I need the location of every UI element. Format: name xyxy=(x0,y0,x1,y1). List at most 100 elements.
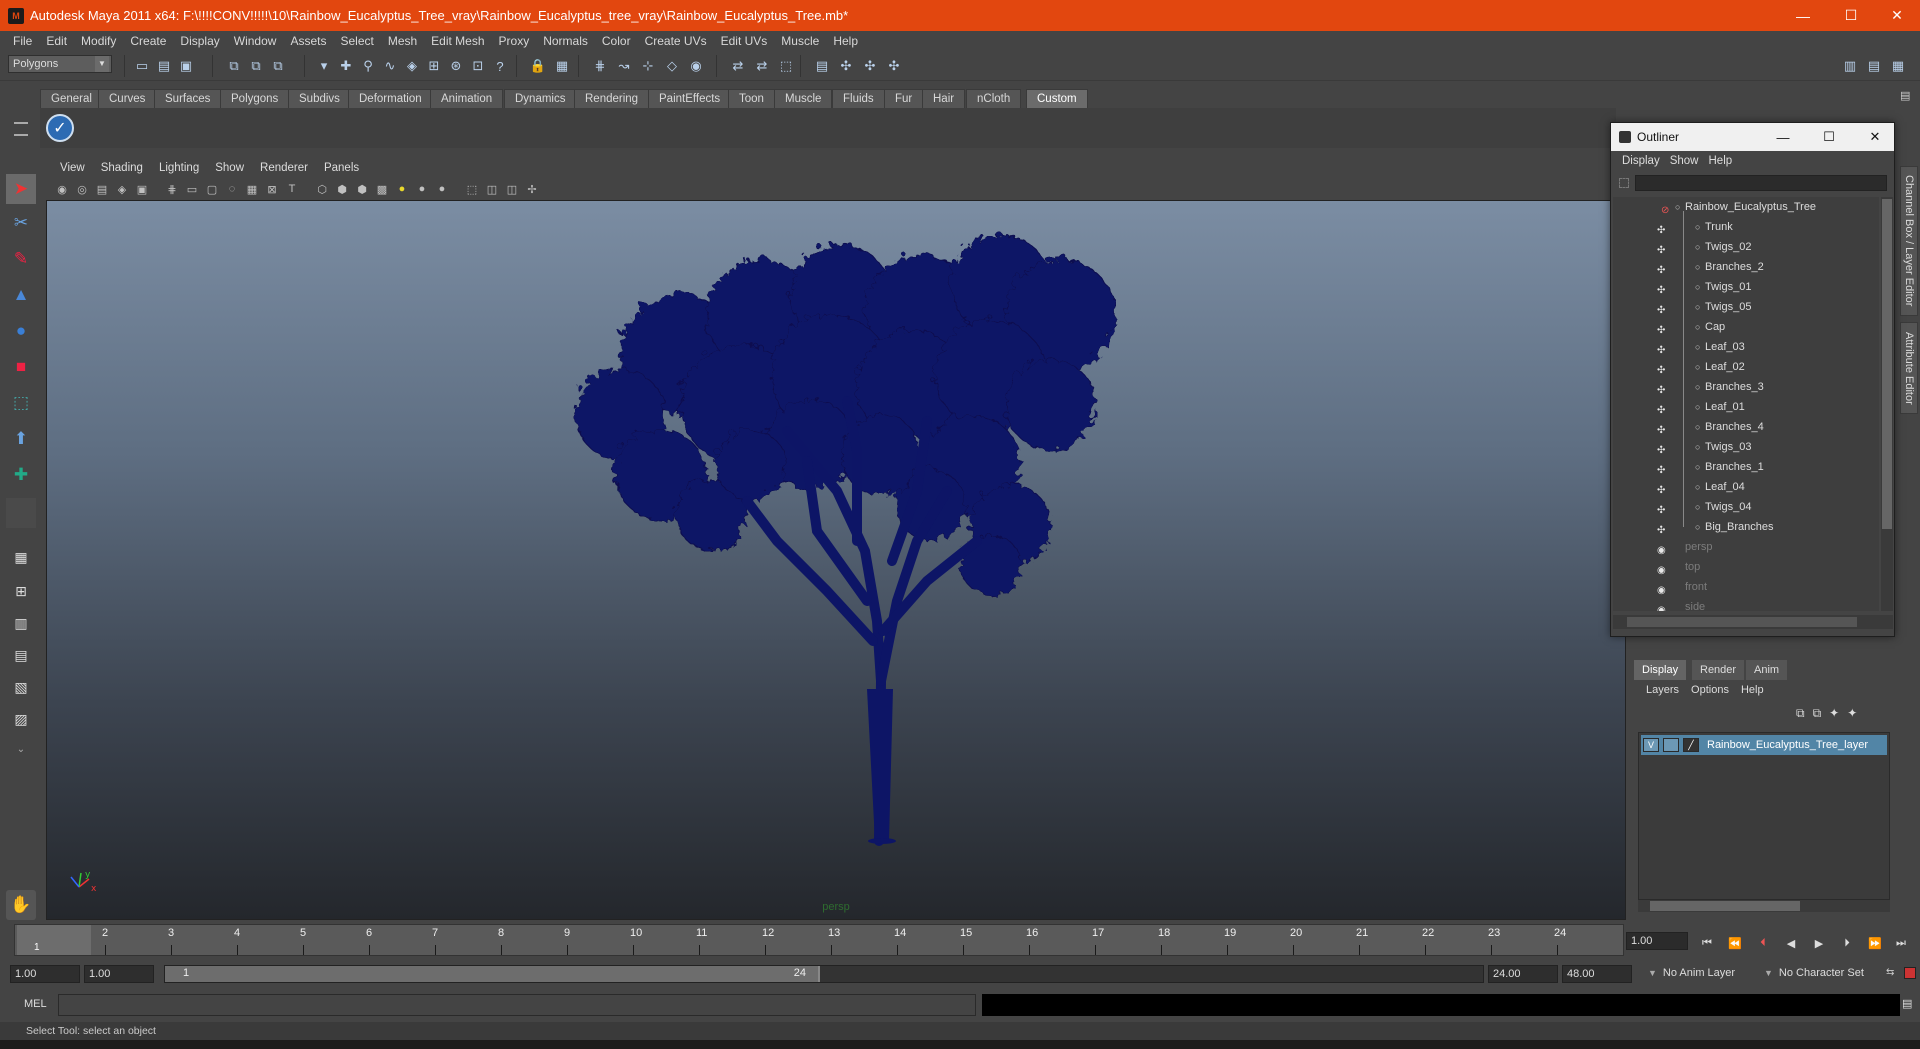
snap-point-icon[interactable]: ⊹ xyxy=(638,56,658,76)
menu-select[interactable]: Select xyxy=(333,34,380,48)
outliner-node[interactable]: ✣ ○ Twigs_04 xyxy=(1613,497,1879,517)
save-scene-icon[interactable]: ▣ xyxy=(176,56,196,76)
two-d-pan-icon[interactable]: ▣ xyxy=(134,181,150,197)
viewport-menu-show[interactable]: Show xyxy=(207,162,252,174)
snap-view-plane-icon[interactable]: ◇ xyxy=(662,56,682,76)
outliner-menu-show[interactable]: Show xyxy=(1665,155,1704,167)
more-layouts-icon[interactable]: ⌄ xyxy=(6,734,36,764)
menu-muscle[interactable]: Muscle xyxy=(774,34,826,48)
viewport-menu-shading[interactable]: Shading xyxy=(93,162,151,174)
shelf-tab-painteffects[interactable]: PaintEffects xyxy=(648,89,732,108)
perspective-viewport[interactable]: y x persp xyxy=(46,200,1626,920)
textured-icon[interactable]: ▩ xyxy=(374,181,390,197)
lock-selection-icon[interactable]: 🔒 xyxy=(528,56,548,76)
four-pane-layout-icon[interactable]: ⊞ xyxy=(6,576,36,606)
outliner-menu-display[interactable]: Display xyxy=(1617,155,1665,167)
new-empty-layer-icon[interactable]: ✦ xyxy=(1829,706,1839,721)
outliner-hscroll-thumb[interactable] xyxy=(1627,617,1857,627)
render-settings-icon[interactable]: ✣ xyxy=(884,56,904,76)
filter-menu-icon[interactable]: ▾ xyxy=(314,56,334,76)
construction-history-icon[interactable]: ⬚ xyxy=(776,56,796,76)
script-editor-icon[interactable]: ▤ xyxy=(1902,997,1916,1011)
layer-color-swatch-icon[interactable]: ╱ xyxy=(1683,738,1699,752)
open-scene-icon[interactable]: ▤ xyxy=(154,56,174,76)
camera-attributes-icon[interactable]: ◎ xyxy=(74,181,90,197)
highlight-selection-icon[interactable]: ▦ xyxy=(552,56,572,76)
go-to-start-icon[interactable]: ⏮ xyxy=(1698,934,1716,952)
select-component-icon[interactable]: ⧉ xyxy=(268,56,288,76)
history-output-icon[interactable]: ⇄ xyxy=(752,56,772,76)
playback-start-field[interactable]: 1.00 xyxy=(84,965,154,983)
select-joints-icon[interactable]: ⚲ xyxy=(358,56,378,76)
layer-tab-anim[interactable]: Anim xyxy=(1746,660,1788,680)
shelf-tab-general[interactable]: General xyxy=(40,89,103,108)
menu-file[interactable]: File xyxy=(6,34,39,48)
layer-menu-help[interactable]: Help xyxy=(1735,684,1770,696)
soft-mod-tool-icon[interactable]: ⬆ xyxy=(6,424,36,454)
layer-visibility-toggle[interactable]: V xyxy=(1643,738,1659,752)
viewport-menu-lighting[interactable]: Lighting xyxy=(151,162,207,174)
outliner-node[interactable]: ✣ ○ Leaf_02 xyxy=(1613,357,1879,377)
select-handles-icon[interactable]: ✚ xyxy=(336,56,356,76)
select-dynamics-icon[interactable]: ⊛ xyxy=(446,56,466,76)
outliner-camera-node[interactable]: ◉ top xyxy=(1613,557,1879,577)
tab-channel-box-layer-editor[interactable]: Channel Box / Layer Editor xyxy=(1900,166,1918,316)
grid-icon[interactable]: ⋕ xyxy=(164,181,180,197)
outliner-node[interactable]: ✣ ○ Branches_3 xyxy=(1613,377,1879,397)
last-tool-icon[interactable] xyxy=(6,498,36,528)
hypershade-layout-icon[interactable]: ▧ xyxy=(6,672,36,702)
isolate-select-icon[interactable]: ⬚ xyxy=(464,181,480,197)
shelf-tab-polygons[interactable]: Polygons xyxy=(220,89,290,108)
outliner-horizontal-scrollbar[interactable] xyxy=(1613,615,1893,629)
tree-model[interactable]: y x xyxy=(47,201,1626,920)
select-deformations-icon[interactable]: ⊞ xyxy=(424,56,444,76)
play-forwards-icon[interactable]: ▶ xyxy=(1810,934,1828,952)
lasso-tool-icon[interactable]: ✂ xyxy=(6,208,36,238)
outliner-maximize-button[interactable]: ☐ xyxy=(1809,123,1849,151)
tab-attribute-editor[interactable]: Attribute Editor xyxy=(1900,322,1918,414)
backface-culling-icon[interactable]: ✢ xyxy=(524,181,540,197)
minimize-button[interactable]: — xyxy=(1780,0,1826,31)
snap-grid-icon[interactable]: ⋕ xyxy=(590,56,610,76)
outliner-camera-node[interactable]: ◉ front xyxy=(1613,577,1879,597)
range-slider[interactable]: 1 24 xyxy=(164,965,1484,983)
render-current-frame-icon[interactable]: ✣ xyxy=(836,56,856,76)
shelf-tab-surfaces[interactable]: Surfaces xyxy=(154,89,222,108)
shelf-tab-curves[interactable]: Curves xyxy=(98,89,157,108)
wireframe-icon[interactable]: ⬡ xyxy=(314,181,330,197)
start-time-field[interactable]: 1.00 xyxy=(10,965,80,983)
select-curves-icon[interactable]: ∿ xyxy=(380,56,400,76)
anim-layer-dropdown[interactable]: ▼ No Anim Layer xyxy=(1644,965,1756,983)
shelf-tab-animation[interactable]: Animation xyxy=(430,89,504,108)
menu-display[interactable]: Display xyxy=(173,34,226,48)
outliner-node[interactable]: ✣ ○ Trunk xyxy=(1613,217,1879,237)
outliner-node[interactable]: ✣ ○ Branches_4 xyxy=(1613,417,1879,437)
menu-mesh[interactable]: Mesh xyxy=(381,34,424,48)
shelf-tab-fluids[interactable]: Fluids xyxy=(832,89,885,108)
outliner-node[interactable]: ✣ ○ Leaf_03 xyxy=(1613,337,1879,357)
image-plane-icon[interactable]: ◈ xyxy=(114,181,130,197)
gate-mask-icon[interactable]: ◌ xyxy=(224,181,240,197)
outliner-node[interactable]: ✣ ○ Twigs_03 xyxy=(1613,437,1879,457)
shelf-tab-hair[interactable]: Hair xyxy=(922,89,966,108)
xray-joints-icon[interactable]: ◫ xyxy=(504,181,520,197)
safe-action-icon[interactable]: ⊠ xyxy=(264,181,280,197)
maximize-button[interactable]: ☐ xyxy=(1828,0,1874,31)
shelf-tab-fur[interactable]: Fur xyxy=(884,89,924,108)
menu-proxy[interactable]: Proxy xyxy=(492,34,537,48)
layer-horizontal-scrollbar[interactable] xyxy=(1638,900,1890,912)
viewport-menu-renderer[interactable]: Renderer xyxy=(252,162,316,174)
use-all-lights-icon[interactable]: ● xyxy=(394,181,410,197)
outliner-node[interactable]: ✣ ○ Leaf_04 xyxy=(1613,477,1879,497)
play-backwards-icon[interactable]: ◀ xyxy=(1782,934,1800,952)
smooth-shade-icon[interactable]: ⬢ xyxy=(334,181,350,197)
step-forward-frame-icon[interactable]: ⏵ xyxy=(1838,934,1856,952)
auto-key-icon[interactable]: ⇆ xyxy=(1886,967,1898,979)
outliner-camera-node[interactable]: ◉ persp xyxy=(1613,537,1879,557)
outliner-node[interactable]: ✣ ○ Twigs_01 xyxy=(1613,277,1879,297)
layer-menu-options[interactable]: Options xyxy=(1685,684,1735,696)
menu-edit[interactable]: Edit xyxy=(39,34,74,48)
outliner-node[interactable]: ✣ ○ Big_Branches xyxy=(1613,517,1879,537)
command-input[interactable] xyxy=(58,994,976,1016)
layer-scroll-thumb[interactable] xyxy=(1650,901,1800,911)
